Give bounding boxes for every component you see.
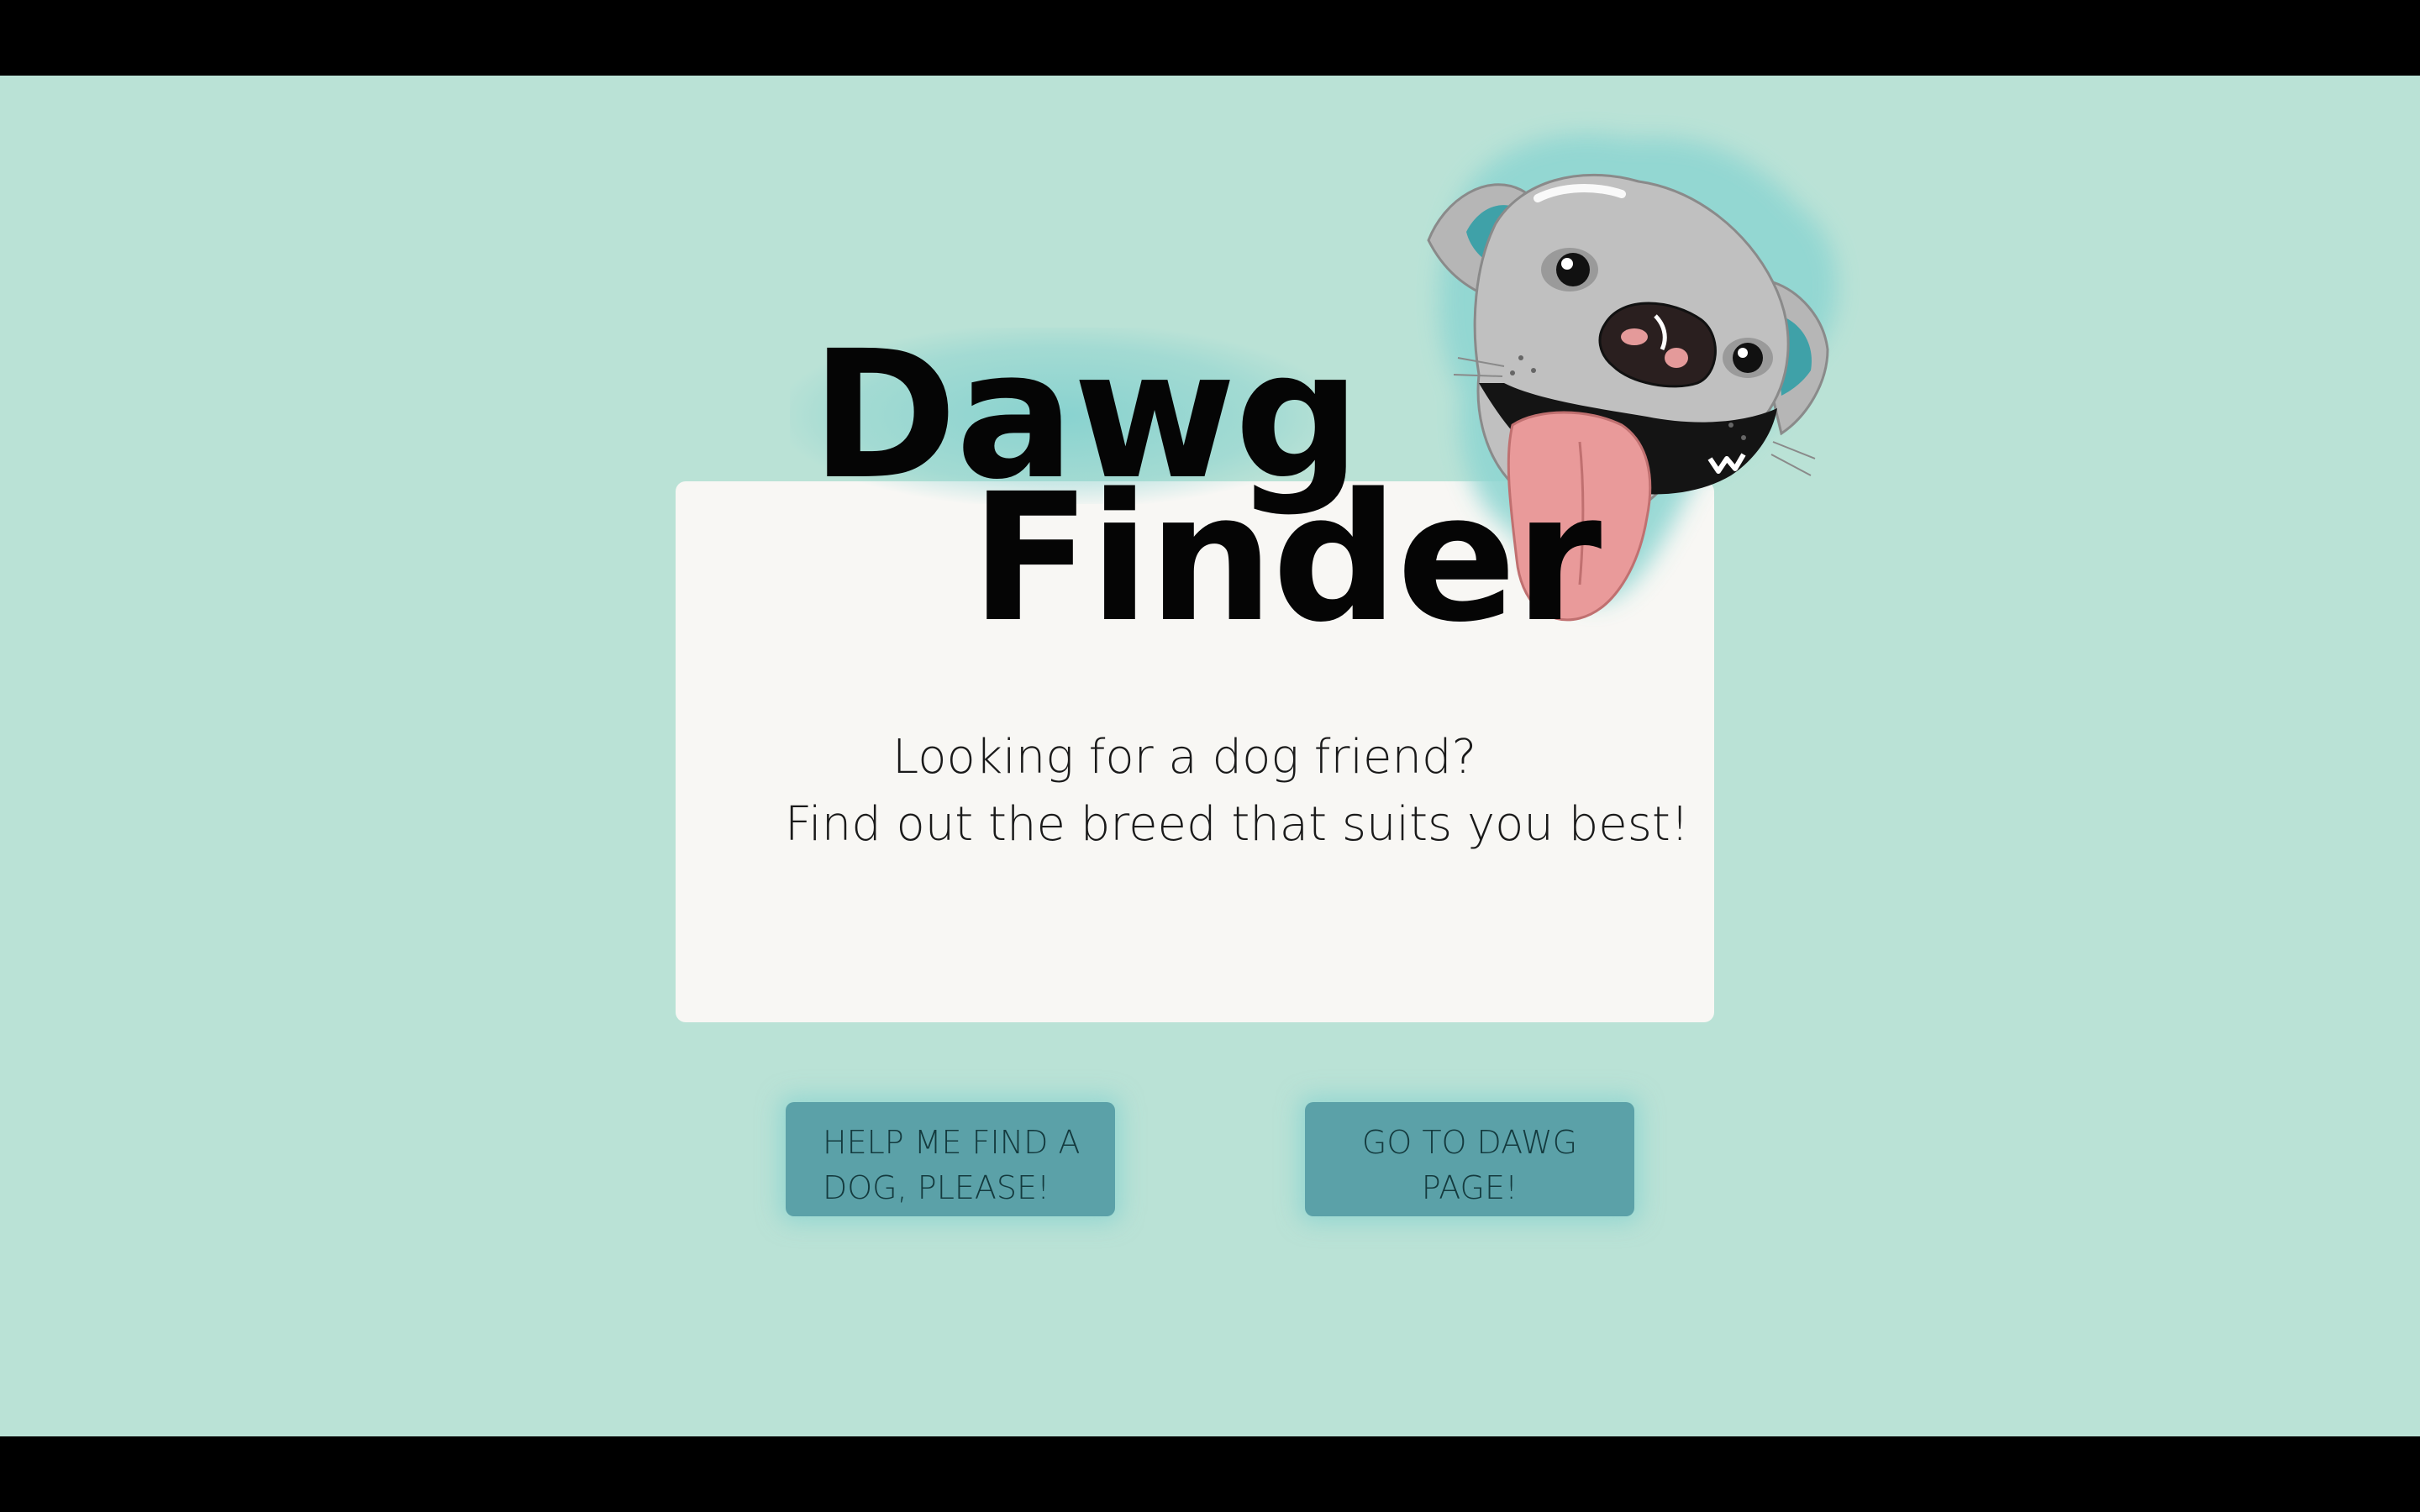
- find-dog-button-label-2: DOG, PLEASE!: [823, 1168, 1050, 1206]
- find-dog-button[interactable]: HELP ME FIND A DOG, PLEASE!: [786, 1102, 1115, 1216]
- letterbox-top: [0, 0, 2420, 76]
- find-dog-button-label-1: HELP ME FIND A: [823, 1123, 1081, 1161]
- dawg-page-button-label-1: GO TO DAWG: [1361, 1123, 1578, 1161]
- dawg-page-button-label-2: PAGE!: [1421, 1168, 1518, 1206]
- page-title-line-2: Finder: [971, 455, 1602, 661]
- tagline-line-2: Find out the breed that suits you best!: [785, 797, 1690, 852]
- dawg-page-button[interactable]: GO TO DAWG PAGE!: [1305, 1102, 1634, 1216]
- letterbox-bottom: [0, 1436, 2420, 1512]
- tagline-line-1: Looking for a dog friend?: [892, 730, 1477, 785]
- page-viewport: Dawg Finder Looking for a dog friend? Fi…: [0, 76, 2420, 1436]
